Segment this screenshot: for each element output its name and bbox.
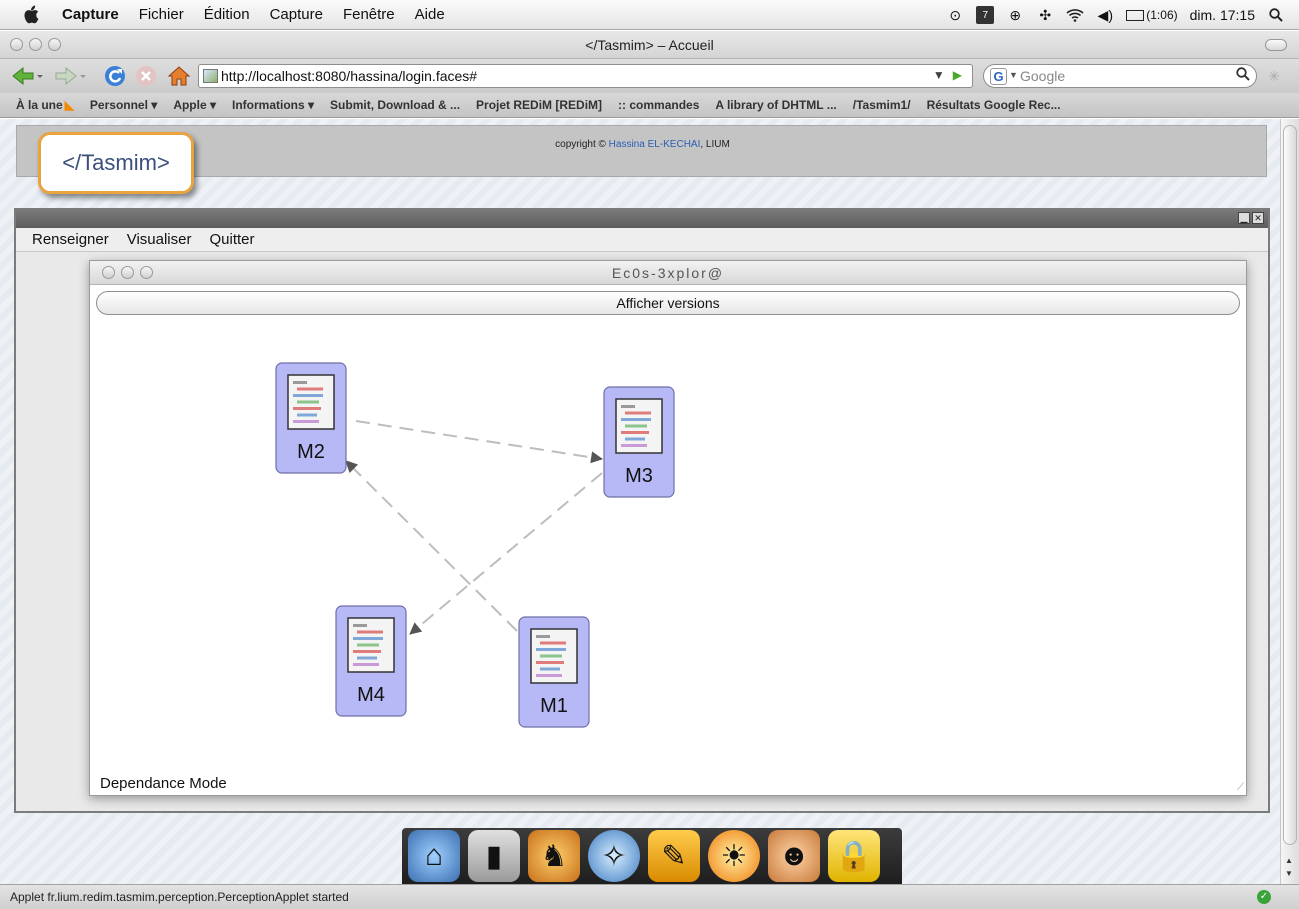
pages-app-icon[interactable]: ✎: [648, 830, 700, 882]
bookmark-apple[interactable]: Apple ▾: [173, 98, 216, 112]
copyright-notice: copyright © Hassina EL-KECHAI, LIUM: [555, 139, 730, 150]
menu-quitter[interactable]: Quitter: [209, 231, 254, 248]
reload-icon[interactable]: [100, 63, 130, 89]
ecos-explorer-window: Ec0s-3xplor@ Afficher versions M2 M3 M4 M1 …: [89, 260, 1247, 796]
menu-capture[interactable]: Capture: [270, 6, 323, 23]
page-scrollbar[interactable]: ▲ ▼: [1280, 119, 1299, 884]
search-icon[interactable]: [1236, 67, 1250, 84]
keychain-lock-icon[interactable]: 🔒: [828, 830, 880, 882]
scroll-up-icon[interactable]: ▲: [1285, 856, 1293, 865]
status-text: Applet fr.lium.redim.tasmim.perception.P…: [10, 890, 349, 904]
module-node-m1[interactable]: M1: [518, 616, 590, 728]
browser-toolbar: http://localhost:8080/hassina/login.face…: [0, 59, 1299, 93]
search-placeholder: Google: [1020, 68, 1066, 84]
rss-icon: ◣: [64, 98, 74, 112]
archive-app-icon[interactable]: ▮: [468, 830, 520, 882]
favicon-icon: [203, 69, 218, 83]
bookmark-dhtml-library[interactable]: A library of DHTML ...: [715, 98, 836, 112]
module-node-m3[interactable]: M3: [603, 386, 675, 498]
activity-spinner-icon: ✳: [1268, 67, 1280, 84]
applet-menubar: Renseigner Visualiser Quitter: [16, 228, 1268, 252]
users-app-icon[interactable]: ☻: [768, 830, 820, 882]
search-input[interactable]: G ▼ Google: [983, 64, 1257, 88]
bookmark-submit[interactable]: Submit, Download & ...: [330, 98, 460, 112]
menu-aide[interactable]: Aide: [415, 6, 445, 23]
menubar: Capture Fichier Édition Capture Fenêtre …: [0, 0, 1299, 30]
site-header: copyright © Hassina EL-KECHAI, LIUM: [16, 125, 1267, 177]
dependency-edge-m2-m3: [355, 420, 603, 464]
menu-edition[interactable]: Édition: [204, 6, 250, 23]
scrollbar-thumb[interactable]: [1283, 125, 1297, 845]
menu-fenetre[interactable]: Fenêtre: [343, 6, 395, 23]
sun-app-icon[interactable]: ☀: [708, 830, 760, 882]
mode-label: Dependance Mode: [100, 775, 227, 792]
url-text: http://localhost:8080/hassina/login.face…: [221, 68, 478, 84]
safari-icon[interactable]: ✧: [588, 830, 640, 882]
volume-icon[interactable]: ◀): [1096, 6, 1114, 24]
bookmark-projet-redim[interactable]: Projet REDiM [REDiM]: [476, 98, 602, 112]
resize-grip-icon[interactable]: ⟋: [1237, 782, 1244, 793]
document-icon: [347, 617, 395, 673]
menubar-status-area: ⊙ 7 ⊕ ✣ ◀) (1:06) dim. 17:15: [946, 0, 1285, 30]
menu-renseigner[interactable]: Renseigner: [32, 231, 109, 248]
back-button[interactable]: [8, 63, 46, 89]
gimp-icon[interactable]: ♞: [528, 830, 580, 882]
bookmarks-bar: À la une ◣ Personnel ▾ Apple ▾ Informatio…: [0, 93, 1299, 118]
document-icon: [287, 374, 335, 430]
module-label: M4: [357, 684, 385, 706]
app-status-icon[interactable]: 7: [976, 6, 995, 24]
bookmark-personnel[interactable]: Personnel ▾: [90, 98, 157, 112]
time-machine-icon[interactable]: ⊙: [946, 6, 964, 24]
home-icon[interactable]: [165, 63, 193, 89]
module-label: M2: [297, 441, 325, 463]
menu-app-capture[interactable]: Capture: [62, 6, 119, 23]
window-titlebar: </Tasmim> – Accueil: [0, 31, 1299, 59]
status-bar: Applet fr.lium.redim.tasmim.perception.P…: [0, 884, 1299, 909]
applet-frame-header: ▁ ✕: [16, 210, 1268, 228]
bookmark-tasmim1[interactable]: /Tasmim1/: [853, 98, 911, 112]
bluetooth-icon[interactable]: ✣: [1036, 6, 1054, 24]
bookmark-a-la-une[interactable]: À la une ◣: [16, 98, 74, 112]
document-icon: [530, 628, 578, 684]
forward-button[interactable]: [50, 63, 90, 89]
module-node-m4[interactable]: M4: [335, 605, 407, 717]
apple-icon[interactable]: [20, 4, 42, 26]
module-label: M1: [540, 695, 568, 717]
menu-fichier[interactable]: Fichier: [139, 6, 184, 23]
author-link[interactable]: Hassina EL-KECHAI: [609, 139, 701, 150]
stop-icon[interactable]: [132, 63, 160, 89]
accessibility-icon[interactable]: ⊕: [1006, 6, 1024, 24]
menubar-clock[interactable]: dim. 17:15: [1190, 7, 1255, 23]
home-app-icon[interactable]: ⌂: [408, 830, 460, 882]
bookmark-commandes[interactable]: :: commandes: [618, 98, 699, 112]
battery-icon[interactable]: (1:06): [1126, 8, 1178, 22]
scroll-down-icon[interactable]: ▼: [1285, 869, 1293, 878]
google-engine-icon[interactable]: G: [990, 68, 1007, 85]
menu-visualiser[interactable]: Visualiser: [127, 231, 192, 248]
toolbar-toggle-button[interactable]: [1265, 39, 1287, 51]
bookmark-google-results[interactable]: Résultats Google Rec...: [927, 98, 1061, 112]
dock: ⌂ ▮ ♞ ✧ ✎ ☀ ☻ 🔒: [402, 828, 902, 884]
history-dropdown-icon[interactable]: ▼: [933, 68, 945, 82]
battery-time: (1:06): [1146, 8, 1178, 22]
module-node-m2[interactable]: M2: [275, 362, 347, 474]
bookmark-informations[interactable]: Informations ▾: [232, 98, 314, 112]
spotlight-icon[interactable]: [1267, 6, 1285, 24]
module-label: M3: [625, 465, 653, 487]
close-icon[interactable]: ✕: [1252, 212, 1264, 224]
url-field[interactable]: http://localhost:8080/hassina/login.face…: [198, 64, 973, 88]
document-icon: [615, 398, 663, 454]
status-ok-icon: ✓: [1257, 890, 1271, 904]
site-logo[interactable]: </Tasmim>: [38, 132, 194, 194]
wifi-icon[interactable]: [1066, 6, 1084, 24]
minimize-icon[interactable]: ▁: [1238, 212, 1250, 224]
go-icon[interactable]: ▶: [953, 68, 962, 82]
dependency-graph: M2 M3 M4 M1: [275, 362, 675, 728]
window-title: </Tasmim> – Accueil: [585, 37, 714, 53]
